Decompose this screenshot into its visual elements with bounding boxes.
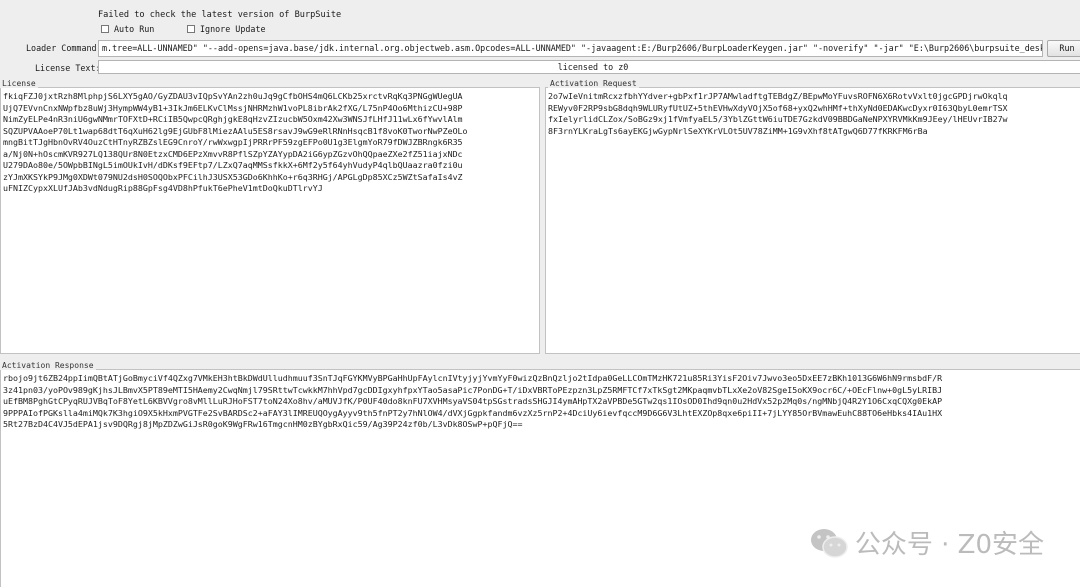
loader-command-field[interactable]: m.tree=ALL-UNNAMED" "--add-opens=java.ba…: [98, 40, 1043, 57]
license-content: fkiqFZJ0jxtRzh8MlphpjS6LXY5gAO/GyZDAU3vI…: [1, 88, 539, 198]
text-line: a/Nj0N+hOscmKVR927LQ138QUr8N0EtzxCMD6EPz…: [3, 148, 463, 159]
text-line: fkiqFZJ0jxtRzh8MlphpjS6LXY5gAO/GyZDAU3vI…: [3, 91, 463, 101]
license-title: License: [0, 79, 38, 88]
text-line: SQZUPVAAoeP70Lt1wap68dtT6qXuH62lg9EjGUbF…: [3, 125, 468, 136]
text-line: mngBitTJgHbnOvRV4OuzCtHTnyRZBZslEG9CnroY…: [3, 137, 463, 147]
text-line: fxIelyrlidCLZox/SoBGz9xj1fVmfyaEL5/3YblZ…: [548, 114, 1008, 124]
text-line: UjQ7EVvnCnxNWpfbz8uWj3HympWW4yB1+3IkJm6E…: [3, 102, 463, 113]
text-line: 9PPPAIofPGKslla4miMQk7K3hgiO9X5kHxmPVGTF…: [3, 407, 943, 418]
ignore-update-checkbox[interactable]: Ignore Update: [187, 24, 266, 34]
license-text-label: License Text:: [35, 63, 101, 73]
text-line: 8F3rnYLKraLgTs6ayEKGjwGypNrlSeXYKrVLOt5U…: [548, 125, 928, 136]
update-status-message: Failed to check the latest version of Bu…: [98, 10, 342, 20]
auto-run-label: Auto Run: [114, 24, 155, 34]
text-line: uFNIZCypxXLUfJAb3vdNdugRip88GpFsg4VD8hPf…: [3, 183, 323, 193]
loader-command-label: Loader Command:: [26, 43, 102, 53]
license-textarea[interactable]: fkiqFZJ0jxtRzh8MlphpjS6LXY5gAO/GyZDAU3vI…: [0, 87, 540, 354]
activation-response-content: rbojo9jt6ZB24ppIimQBtATjGoBmyciVf4QZxg7V…: [1, 370, 1080, 434]
text-line: NimZyELPe4nR3niU6gwNMmrTOFXtD+RCiIB5Qwpc…: [3, 114, 463, 124]
text-line: uEfBM8PghGtCPyqRUJVBqToF8YetL6KBVVgro8vM…: [3, 396, 943, 406]
license-text-field[interactable]: licensed to z0: [98, 60, 1080, 74]
ignore-update-label: Ignore Update: [200, 24, 266, 34]
activation-request-textarea[interactable]: 2o7wIeVnitmRcxzfbhYYdver+gbPxf1rJP7AMwla…: [545, 87, 1080, 354]
text-line: 3z41pn03/yoPOv989gKjhsJLBmvX5PT89eMTI5HA…: [3, 384, 943, 395]
text-line: REWyv0F2RP9sbG8dqh9WLURyfUtUZ+5thEVHwXdy…: [548, 102, 1008, 113]
auto-run-checkbox[interactable]: Auto Run: [101, 24, 154, 34]
text-line: rbojo9jt6ZB24ppIimQBtATjGoBmyciVf4QZxg7V…: [3, 373, 943, 383]
wechat-icon: [810, 528, 848, 558]
watermark: 公众号 · Z0安全: [809, 524, 1044, 561]
auto-run-box[interactable]: [101, 25, 109, 33]
watermark-text: 公众号 · Z0安全: [854, 530, 1044, 560]
text-line: 5Rt27BzD4C4VJ5dEPA1jsv9DQRgj8jMpZDZwGiJs…: [3, 419, 523, 429]
text-line: U279DAo80e/5OWpbBINgL5imOUkIvH/dDKsf9EFt…: [3, 160, 463, 170]
text-line: zYJmXKSYkP9JMg0XDWt079NU2dsH0SOQObxPFCil…: [3, 171, 463, 182]
activation-request-content: 2o7wIeVnitmRcxzfbhYYdver+gbPxf1rJP7AMwla…: [546, 88, 1080, 140]
text-line: 2o7wIeVnitmRcxzfbhYYdver+gbPxf1rJP7AMwla…: [548, 91, 1008, 101]
ignore-update-box[interactable]: [187, 25, 195, 33]
activation-request-title: Activation Request: [548, 79, 639, 88]
run-button[interactable]: Run: [1047, 40, 1080, 57]
activation-response-title: Activation Response: [0, 361, 96, 370]
